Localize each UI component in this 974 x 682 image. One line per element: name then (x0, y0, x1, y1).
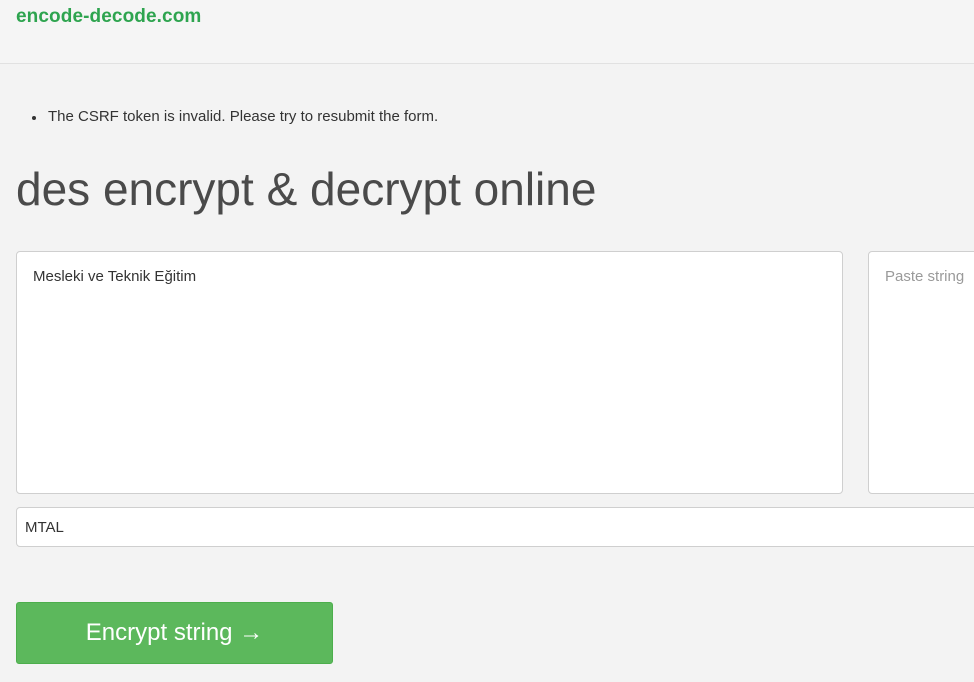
key-input[interactable] (16, 507, 974, 547)
error-list: The CSRF token is invalid. Please try to… (28, 108, 438, 125)
brand-link[interactable]: encode-decode.com (16, 6, 201, 28)
encrypt-string-button[interactable]: Encrypt string → (16, 602, 333, 664)
input-textarea[interactable]: Mesleki ve Teknik Eğitim (16, 251, 843, 494)
output-textarea[interactable] (868, 251, 974, 494)
error-message: The CSRF token is invalid. Please try to… (28, 108, 438, 125)
navbar: encode-decode.com (0, 0, 974, 64)
page: encode-decode.com The CSRF token is inva… (0, 0, 974, 682)
page-title: des encrypt & decrypt online (16, 163, 597, 215)
